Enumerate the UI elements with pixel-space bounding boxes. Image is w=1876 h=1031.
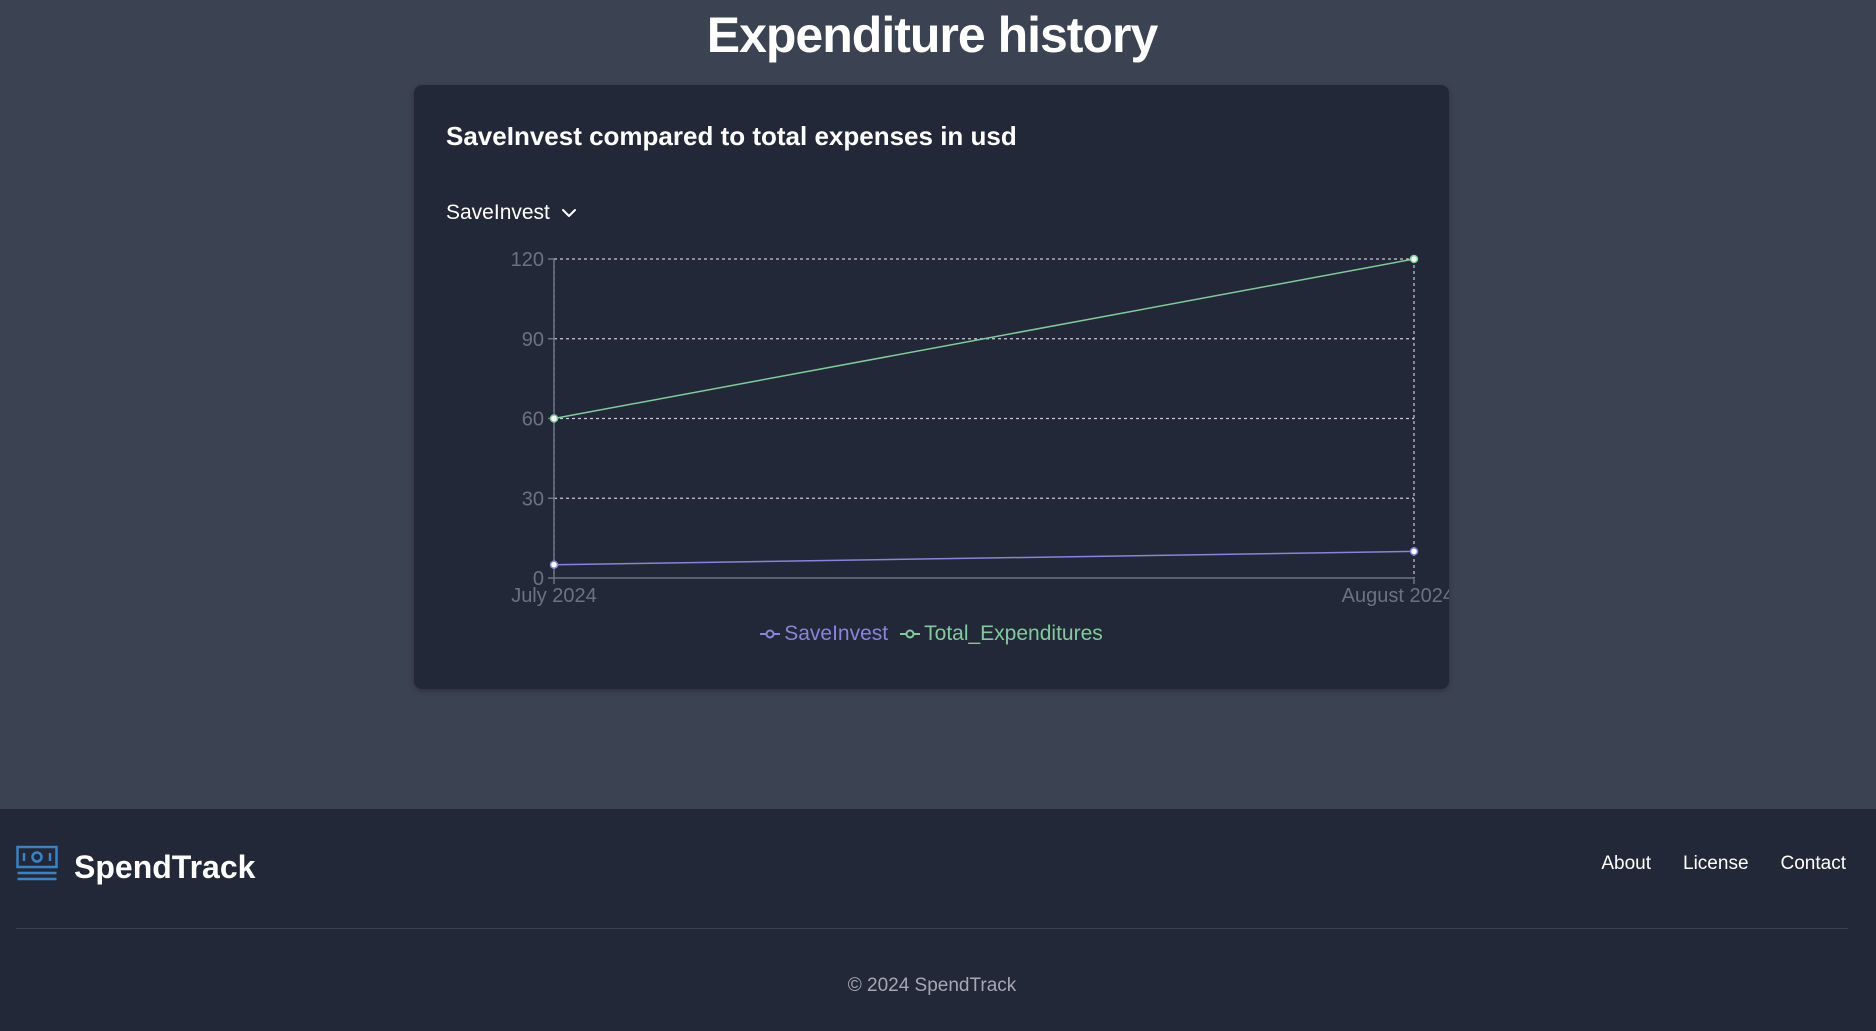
y-tick-label: 90 (522, 329, 544, 351)
legend-label: SaveInvest (784, 622, 889, 645)
legend-label: Total_Expenditures (924, 622, 1103, 645)
legend-line-icon (760, 629, 781, 639)
x-tick-label: August 2024 (1342, 585, 1449, 607)
contact-link[interactable]: Contact (1781, 853, 1846, 875)
money-icon (16, 845, 58, 890)
footer-nav: About License Contact (1601, 853, 1846, 875)
page-title: Expenditure history (706, 7, 1159, 63)
brand-name: SpendTrack (74, 849, 256, 885)
copyright: © 2024 SpendTrack (847, 975, 1017, 996)
brand[interactable]: SpendTrack (16, 845, 255, 890)
legend-line-icon (900, 629, 921, 639)
line-chart: 0306090120July 2024 August 2024 (511, 249, 1449, 607)
y-tick-label: 120 (511, 249, 544, 271)
footer: SpendTrack About License Contact © 2024 … (0, 809, 1876, 1031)
y-tick-label: 30 (522, 488, 544, 510)
y-tick-label: 60 (522, 409, 544, 431)
legend-item-saveinvest[interactable]: SaveInvest (760, 622, 888, 646)
data-point (549, 560, 559, 569)
license-link[interactable]: License (1683, 853, 1749, 875)
footer-divider (16, 928, 1848, 929)
series-line (553, 550, 1415, 566)
legend-item-total-expenditures[interactable]: Total_Expenditures (900, 622, 1103, 646)
data-point (1409, 254, 1419, 264)
about-link[interactable]: About (1601, 853, 1651, 875)
x-tick-label: July 2024 (511, 585, 597, 607)
data-point (1409, 547, 1419, 556)
data-point (549, 414, 559, 423)
chart-card: SaveInvest compared to total expenses in… (414, 85, 1449, 689)
chart-legend[interactable]: SaveInvest Total_Expenditures (414, 622, 1449, 646)
